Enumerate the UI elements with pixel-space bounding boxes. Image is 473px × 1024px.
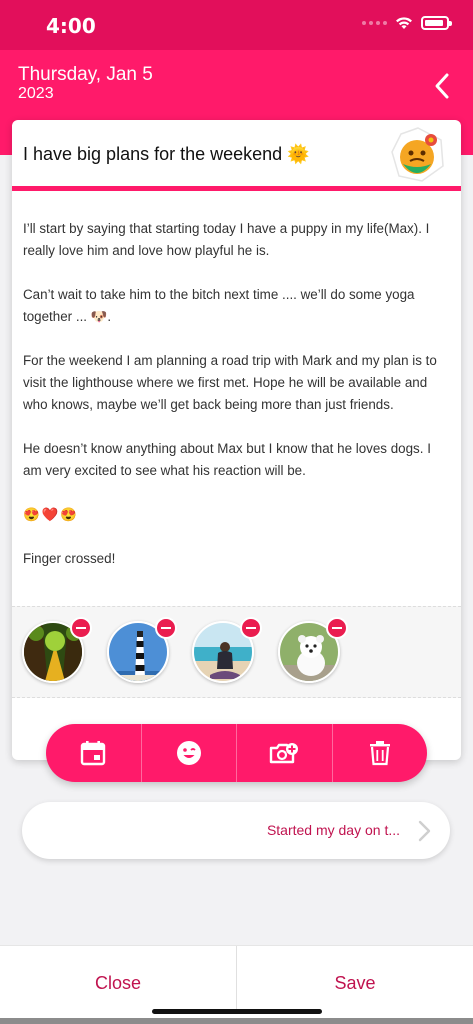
remove-photo-button[interactable] bbox=[326, 617, 348, 639]
entry-paragraph: Can’t wait to take him to the bitch next… bbox=[23, 287, 415, 324]
photo-puppy[interactable] bbox=[278, 617, 348, 685]
wifi-icon bbox=[396, 17, 412, 29]
remove-photo-button[interactable] bbox=[240, 617, 262, 639]
battery-icon bbox=[421, 16, 452, 30]
entry-year: 2023 bbox=[18, 85, 54, 102]
entry-paragraph: I’ll start by saying that starting today… bbox=[23, 221, 430, 258]
photo-yoga-beach[interactable] bbox=[192, 617, 262, 685]
status-bar: 4:00 bbox=[0, 0, 473, 50]
photo-strip bbox=[12, 606, 461, 698]
delete-entry-button[interactable] bbox=[333, 724, 428, 782]
remove-photo-button[interactable] bbox=[70, 617, 92, 639]
home-indicator bbox=[152, 1009, 322, 1014]
add-photo-icon bbox=[270, 743, 299, 764]
entry-paragraph: He doesn’t know anything about Max but I… bbox=[23, 441, 431, 478]
heart-eyes-emoji: 😍 bbox=[23, 507, 40, 522]
entry-date: Thursday, Jan 5 bbox=[18, 64, 153, 85]
status-time: 4:00 bbox=[46, 14, 96, 38]
back-chevron-icon[interactable] bbox=[431, 72, 455, 100]
emoji-row: 😍 ❤️ 😍 bbox=[23, 504, 453, 526]
bottom-edge bbox=[0, 1018, 473, 1024]
emoji-icon bbox=[176, 741, 201, 765]
red-heart-emoji: ❤️ bbox=[41, 507, 59, 522]
add-photo-button[interactable] bbox=[237, 724, 333, 782]
heart-eyes-emoji: 😍 bbox=[60, 507, 78, 522]
entry-closing: Finger crossed! bbox=[23, 551, 116, 566]
status-icons bbox=[362, 16, 452, 30]
trash-icon bbox=[369, 741, 390, 766]
action-bar bbox=[46, 724, 427, 782]
photo-lighthouse[interactable] bbox=[107, 617, 177, 685]
activity-label: Started my day on t... bbox=[266, 822, 400, 838]
entry-card: I have big plans for the weekend 🌞 I’ll … bbox=[12, 120, 461, 760]
mood-face-icon[interactable] bbox=[389, 126, 447, 184]
mood-picker-button[interactable] bbox=[142, 724, 237, 782]
entry-body[interactable]: I’ll start by saying that starting today… bbox=[23, 218, 453, 592]
cellular-signal-icon bbox=[362, 21, 387, 25]
entry-paragraph: For the weekend I am planning a road tri… bbox=[23, 353, 437, 412]
date-picker-button[interactable] bbox=[46, 724, 142, 782]
chevron-right-icon bbox=[418, 820, 431, 842]
calendar-icon bbox=[81, 741, 106, 766]
entry-title[interactable]: I have big plans for the weekend 🌞 bbox=[23, 144, 310, 165]
title-divider bbox=[12, 186, 461, 191]
photo-forest[interactable] bbox=[22, 617, 92, 685]
activity-row[interactable]: Started my day on t... bbox=[22, 802, 450, 859]
remove-photo-button[interactable] bbox=[155, 617, 177, 639]
